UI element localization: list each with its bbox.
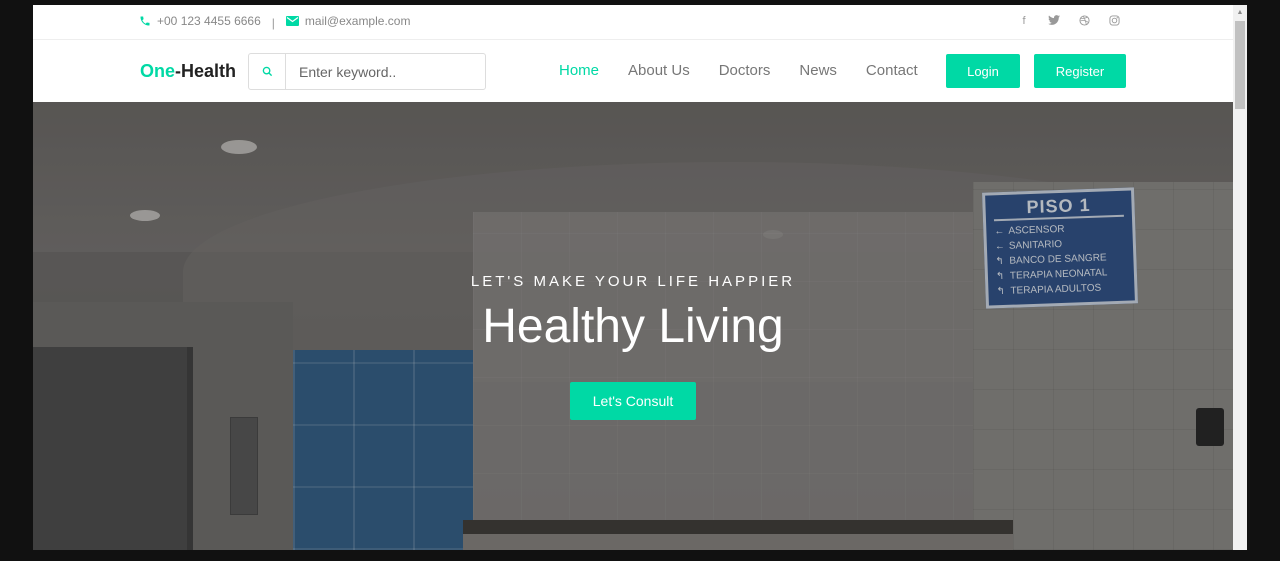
mail-icon (285, 16, 299, 26)
nav-menu: Home About Us Doctors News Contact (559, 62, 918, 79)
nav-item-doctors[interactable]: Doctors (719, 62, 771, 79)
brand-logo[interactable]: One-Health (140, 61, 236, 82)
scrollbar-thumb[interactable] (1235, 21, 1245, 109)
page-scrollbar[interactable]: ▲ (1233, 5, 1247, 550)
brand-logo-text: -Health (175, 61, 237, 81)
login-button[interactable]: Login (946, 54, 1020, 88)
nav-item-home[interactable]: Home (559, 62, 599, 79)
scroll-up-icon[interactable]: ▲ (1233, 5, 1247, 19)
top-bar: +00 123 4455 6666 | mail@example.com f (33, 5, 1233, 40)
dribbble-icon[interactable] (1078, 15, 1090, 29)
consult-button[interactable]: Let's Consult (570, 382, 696, 420)
contact-info: +00 123 4455 6666 | mail@example.com (139, 14, 411, 30)
search-box (248, 53, 486, 90)
search-input[interactable] (286, 54, 485, 89)
email-address[interactable]: mail@example.com (305, 14, 411, 28)
main-navbar: One-Health Home About Us Doctors News Co… (33, 40, 1233, 102)
phone-icon (139, 15, 151, 27)
hero-subtitle: LET'S MAKE YOUR LIFE HAPPIER (470, 273, 796, 290)
hero-content: LET'S MAKE YOUR LIFE HAPPIER Healthy Liv… (33, 102, 1233, 550)
nav-item-news[interactable]: News (799, 62, 837, 79)
brand-logo-accent: One (140, 61, 176, 81)
phone-number[interactable]: +00 123 4455 6666 (157, 14, 261, 28)
register-button[interactable]: Register (1034, 54, 1126, 88)
nav-item-contact[interactable]: Contact (866, 62, 918, 79)
contact-separator: | (271, 16, 275, 30)
hero-section: PISO 1 ← ASCENSOR ← SANITARIO ↰ BANCO DE SA… (33, 102, 1233, 550)
hero-title: Healthy Living (482, 300, 784, 353)
facebook-icon[interactable]: f (1018, 15, 1030, 29)
browser-viewport: +00 123 4455 6666 | mail@example.com f O… (33, 5, 1233, 550)
search-icon[interactable] (249, 54, 286, 89)
twitter-icon[interactable] (1048, 15, 1060, 29)
instagram-icon[interactable] (1108, 15, 1120, 29)
nav-item-about-us[interactable]: About Us (628, 62, 690, 79)
social-links: f (1018, 15, 1120, 29)
